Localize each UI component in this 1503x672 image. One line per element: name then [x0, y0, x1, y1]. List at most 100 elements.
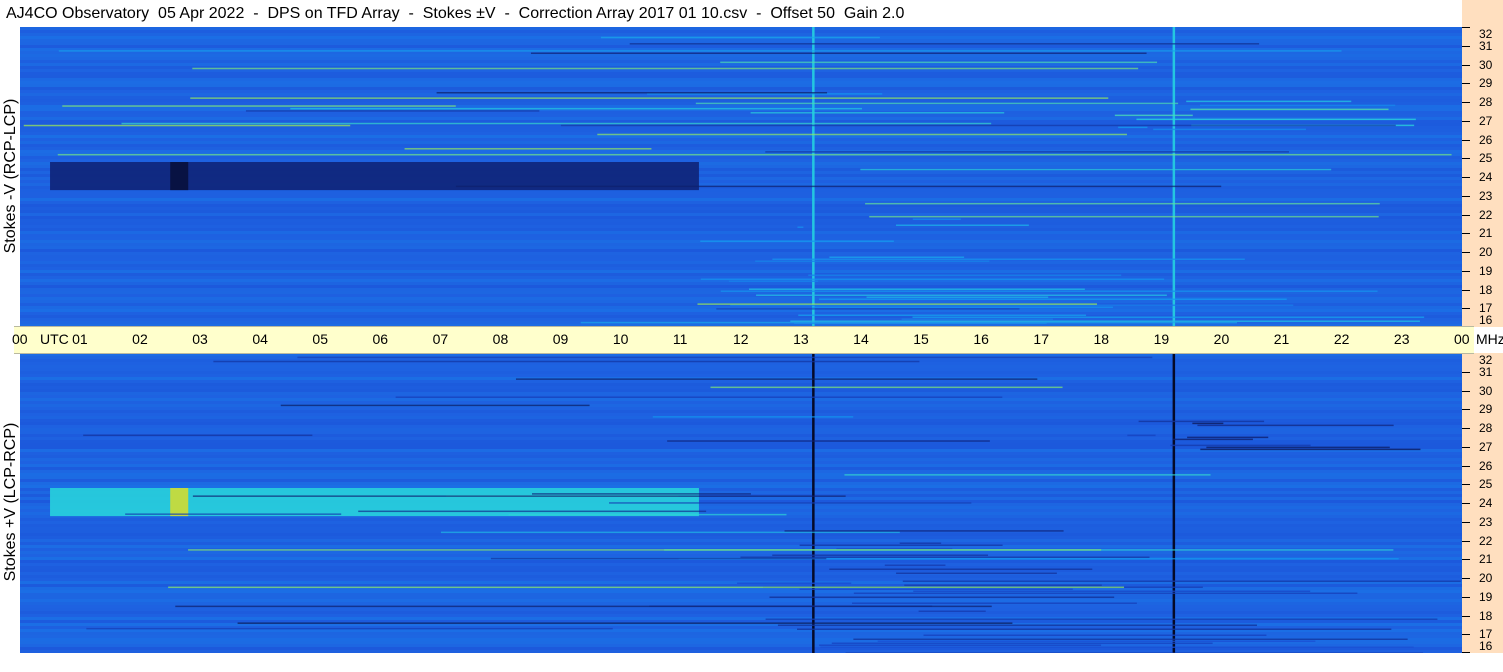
time-tick-label: 01: [72, 331, 88, 347]
noise-streak: [853, 592, 1358, 594]
streak: [508, 513, 787, 516]
bg-row: [20, 231, 1462, 234]
bg-row: [20, 246, 1462, 249]
streak: [697, 303, 1097, 305]
bg-row: [20, 87, 1462, 90]
streak: [455, 185, 1222, 188]
bg-row: [20, 407, 1462, 410]
time-axis-unit: MHz: [1476, 331, 1503, 347]
freq-tick: [1462, 120, 1470, 122]
bg-row: [20, 282, 1462, 285]
noise-streak: [884, 564, 946, 566]
freq-tick: [1462, 578, 1470, 579]
bg-row: [20, 33, 1462, 36]
bg-row: [20, 470, 1462, 473]
streak: [515, 378, 1038, 380]
bg-row: [20, 252, 1462, 255]
streak: [716, 308, 1020, 310]
noise-streak: [797, 628, 1392, 630]
bg-row: [20, 195, 1462, 198]
top-panel-ylabel: Stokes -V (RCP-LCP): [2, 98, 19, 254]
freq-tick-label: 31: [1479, 38, 1493, 53]
bg-row: [20, 452, 1462, 455]
bg-row: [20, 362, 1462, 365]
freq-tick: [1462, 102, 1470, 103]
noise-streak: [829, 568, 1093, 570]
bg-row: [20, 261, 1462, 264]
noise-streak: [811, 306, 1113, 308]
noise-streak: [819, 644, 1102, 646]
streak: [125, 513, 342, 515]
bg-row: [20, 476, 1462, 479]
noise-streak: [912, 218, 961, 220]
streak: [865, 202, 1380, 205]
time-tick-label: 00: [1454, 331, 1470, 347]
bg-row: [20, 560, 1462, 563]
streak: [710, 386, 1063, 389]
freq-tick: [1462, 559, 1470, 561]
noise-streak: [902, 580, 1461, 582]
bg-row: [20, 126, 1462, 129]
time-tick-label: 06: [372, 331, 389, 347]
bg-row: [20, 27, 1462, 30]
noise-streak: [1127, 434, 1156, 437]
time-tick-label: 15: [913, 331, 929, 347]
streak: [168, 586, 1125, 589]
streak: [290, 107, 862, 110]
noise-streak: [918, 610, 986, 612]
freq-tick: [1462, 596, 1470, 598]
freq-tick: [1462, 371, 1470, 373]
bg-row: [20, 569, 1462, 572]
freq-tick: [1462, 27, 1470, 28]
bg-row: [20, 374, 1462, 377]
streak: [860, 168, 1332, 171]
noise-streak: [912, 316, 1425, 318]
streak: [83, 434, 313, 437]
time-tick-label: 17: [1033, 331, 1049, 347]
noise-streak: [790, 320, 1420, 322]
streak: [765, 151, 1289, 153]
bg-row: [20, 159, 1462, 162]
noise-streak: [799, 544, 1003, 546]
freq-tick: [1462, 503, 1470, 504]
bg-row: [20, 237, 1462, 240]
freq-tick-label: 18: [1479, 608, 1493, 623]
freq-tick-label: 16: [1479, 639, 1493, 653]
bg-row: [20, 461, 1462, 464]
streak: [358, 510, 707, 513]
freq-tick: [1462, 465, 1470, 467]
bg-row: [20, 225, 1462, 228]
noise-streak: [1118, 126, 1148, 129]
bg-row: [20, 219, 1462, 222]
bg-row: [20, 410, 1462, 413]
bg-row: [20, 479, 1462, 482]
time-tick-label: 07: [432, 331, 449, 347]
bg-row: [20, 138, 1462, 141]
band-mark-1: [170, 488, 189, 517]
freq-tick-label: 21: [1479, 552, 1493, 567]
bg-row: [20, 563, 1462, 566]
streak: [190, 97, 1109, 99]
freq-tick: [1462, 540, 1470, 542]
bg-row: [20, 518, 1462, 521]
bg-row: [20, 255, 1462, 258]
bg-row: [20, 141, 1462, 144]
streak: [213, 360, 920, 363]
freq-tick: [1462, 270, 1470, 272]
noise-streak: [740, 556, 1150, 558]
noise-streak: [1199, 104, 1396, 107]
noise-streak: [923, 634, 1267, 636]
freq-tick: [1462, 195, 1470, 197]
freq-tick-label: 23: [1479, 514, 1493, 529]
noise-streak: [1187, 436, 1269, 439]
streak: [580, 321, 1238, 324]
time-tick-label: 14: [853, 331, 869, 347]
bg-row: [20, 111, 1462, 114]
bg-row: [20, 198, 1462, 201]
freq-tick-label: 25: [1479, 151, 1493, 166]
freq-tick-label: 26: [1479, 132, 1493, 147]
bg-row: [20, 602, 1462, 605]
heatmap-svg-1: [20, 353, 1462, 653]
noise-streak: [748, 288, 1085, 290]
bg-row: [20, 264, 1462, 267]
